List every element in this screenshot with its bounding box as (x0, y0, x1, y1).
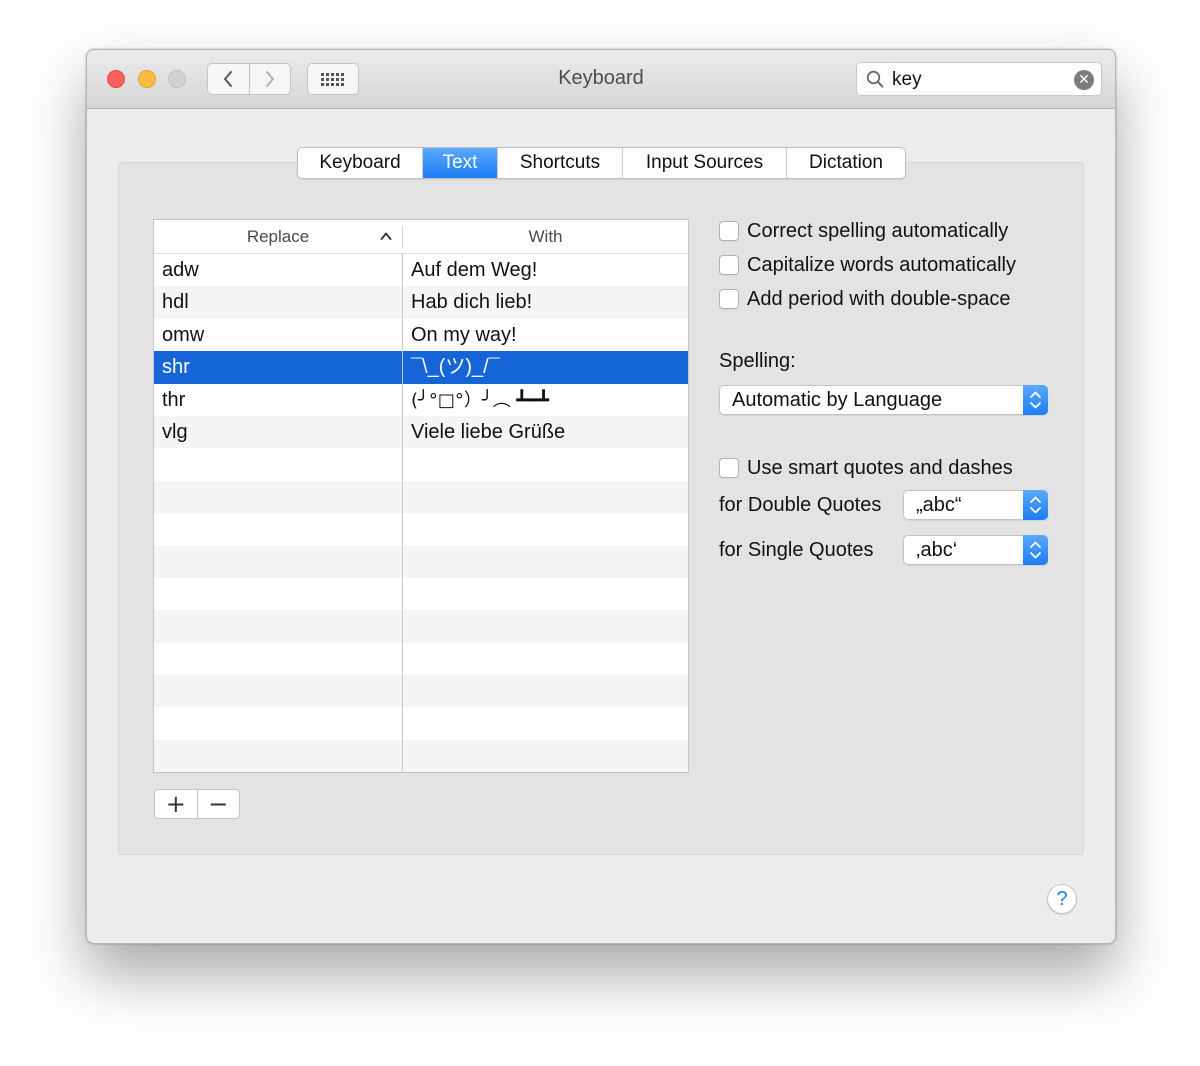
title-bar: Keyboard key ✕ (87, 50, 1115, 109)
capitalize-words-option[interactable]: Capitalize words automatically (719, 252, 1016, 278)
popup-arrows-icon (1023, 535, 1048, 565)
empty-row (154, 513, 688, 545)
correct-spelling-label[interactable]: Correct spelling automatically (747, 220, 1008, 243)
correct-spelling-option[interactable]: Correct spelling automatically (719, 218, 1008, 244)
add-remove-control: + − (154, 789, 240, 819)
empty-row (154, 545, 688, 578)
table-rows: adw Auf dem Weg! hdl Hab dich lieb! omw … (154, 254, 688, 772)
tab-bar: Keyboard Text Shortcuts Input Sources Di… (297, 147, 906, 179)
empty-row (154, 643, 688, 675)
replace-cell: omw (162, 323, 205, 346)
empty-row (154, 480, 688, 514)
table-header: Replace With (154, 220, 688, 254)
capitalize-words-label[interactable]: Capitalize words automatically (747, 254, 1016, 277)
search-input[interactable]: key (892, 69, 922, 91)
empty-row (154, 610, 688, 643)
search-icon (866, 70, 884, 88)
replace-cell: thr (162, 388, 186, 411)
table-row[interactable]: omw On my way! (154, 319, 688, 351)
tab-text[interactable]: Text (423, 148, 498, 178)
spelling-value: Automatic by Language (732, 389, 943, 411)
tab-dictation[interactable]: Dictation (787, 148, 905, 178)
table-row[interactable]: hdl Hab dich lieb! (154, 286, 688, 319)
column-header-with[interactable]: With (403, 220, 688, 253)
with-cell: ¯\_(ツ)_/¯ (411, 356, 500, 379)
clear-icon[interactable]: ✕ (1074, 70, 1094, 90)
column-divider (402, 254, 403, 772)
table-row[interactable]: adw Auf dem Weg! (154, 254, 688, 286)
search-field[interactable]: key ✕ (856, 62, 1102, 96)
empty-row (154, 448, 688, 480)
empty-row (154, 707, 688, 739)
table-row-selected[interactable]: shr ¯\_(ツ)_/¯ (154, 351, 688, 384)
capitalize-words-checkbox[interactable] (719, 255, 739, 275)
single-quotes-label: for Single Quotes (719, 539, 874, 561)
empty-row (154, 675, 688, 708)
add-period-option[interactable]: Add period with double-space (719, 286, 1011, 312)
empty-row (154, 578, 688, 610)
table-row[interactable]: thr (╯°□°）╯︵ ┻━┻ (154, 384, 688, 416)
with-cell: (╯°□°）╯︵ ┻━┻ (411, 389, 549, 411)
tab-keyboard[interactable]: Keyboard (298, 148, 423, 178)
remove-button[interactable]: − (198, 790, 240, 818)
preferences-window: Keyboard key ✕ Keyboard Text Shortcuts I… (86, 49, 1116, 944)
sort-ascending-icon (380, 232, 392, 240)
smart-quotes-label[interactable]: Use smart quotes and dashes (747, 457, 1013, 480)
add-period-checkbox[interactable] (719, 289, 739, 309)
replace-cell: hdl (162, 291, 189, 314)
spelling-popup[interactable]: Automatic by Language (719, 385, 1048, 415)
single-quotes-value: ‚abc‘ (916, 539, 958, 561)
replace-cell: adw (162, 259, 199, 281)
column-header-replace[interactable]: Replace (154, 220, 402, 253)
with-cell: On my way! (411, 323, 517, 346)
double-quotes-value: „abc“ (916, 494, 962, 516)
double-quotes-popup[interactable]: „abc“ (903, 490, 1048, 520)
add-period-label[interactable]: Add period with double-space (747, 288, 1011, 311)
tab-input-sources[interactable]: Input Sources (623, 148, 787, 178)
correct-spelling-checkbox[interactable] (719, 221, 739, 241)
table-row[interactable]: vlg Viele liebe Grüße (154, 415, 688, 449)
spelling-label: Spelling: (719, 350, 796, 372)
single-quotes-popup[interactable]: ‚abc‘ (903, 535, 1048, 565)
text-replacement-table[interactable]: Replace With adw Auf dem Weg! hdl Hab di… (153, 219, 689, 773)
with-cell: Viele liebe Grüße (411, 420, 566, 443)
replace-cell: vlg (162, 420, 188, 443)
replace-cell: shr (162, 356, 190, 379)
with-cell: Hab dich lieb! (411, 291, 533, 314)
popup-arrows-icon (1023, 385, 1048, 415)
with-cell: Auf dem Weg! (411, 259, 538, 281)
smart-quotes-checkbox[interactable] (719, 458, 739, 478)
popup-arrows-icon (1023, 490, 1048, 520)
add-button[interactable]: + (155, 790, 198, 818)
double-quotes-label: for Double Quotes (719, 494, 882, 516)
help-button[interactable]: ? (1047, 884, 1077, 914)
tab-shortcuts[interactable]: Shortcuts (498, 148, 623, 178)
smart-quotes-option[interactable]: Use smart quotes and dashes (719, 455, 1013, 481)
empty-row (154, 739, 688, 772)
